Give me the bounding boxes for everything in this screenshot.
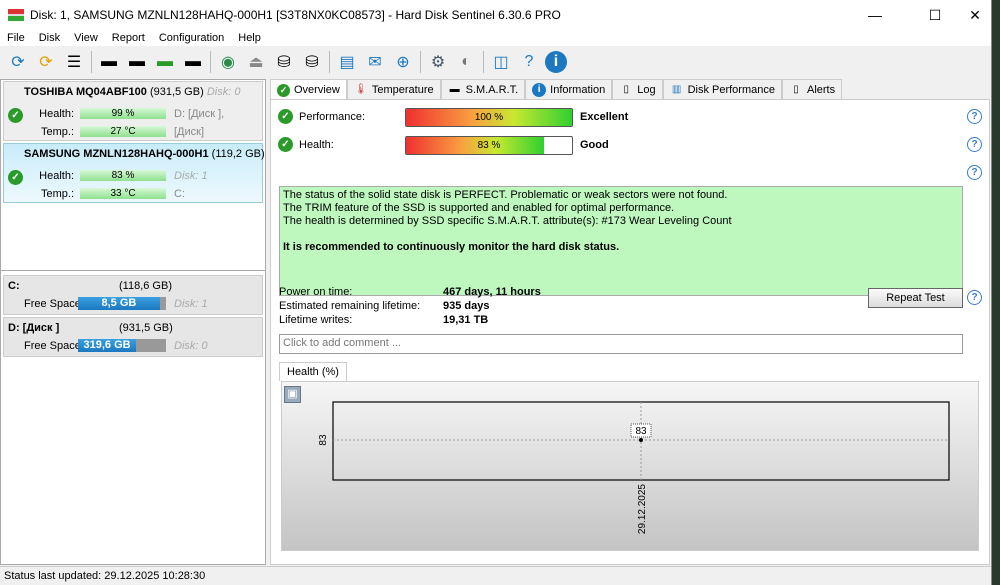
tab-bar: ✓ Overview 🌡 Temperature ▬ S.M.A.R.T. i Info… xyxy=(270,79,843,100)
help-icon[interactable]: ? xyxy=(967,165,982,180)
minimize-button[interactable]: — xyxy=(852,0,898,30)
alerts-icon: ▯ xyxy=(793,84,799,95)
free-space-bar: 319,6 GB xyxy=(78,339,166,352)
status-message-box: The status of the solid state disk is PE… xyxy=(279,186,963,296)
partition-c[interactable]: C: (118,6 GB) Free Space 8,5 GB Disk: 1 xyxy=(3,275,263,315)
chart-icon: ▥ xyxy=(671,84,682,95)
drive-icon[interactable]: ⛁ xyxy=(300,50,324,74)
eject-icon[interactable]: ⏏ xyxy=(244,50,268,74)
tab-alerts[interactable]: ▯ Alerts xyxy=(781,79,843,99)
data-label: 83 xyxy=(635,426,647,437)
disk-list-icon[interactable]: ☰ xyxy=(62,50,86,74)
menu-file[interactable]: File xyxy=(0,30,32,46)
help-icon[interactable]: ? xyxy=(967,137,982,152)
disk-icon: ▬ xyxy=(449,84,460,95)
comment-input[interactable]: Click to add comment ... xyxy=(279,334,963,354)
disk-panel: TOSHIBA MQ04ABF100 (931,5 GB) Disk: 0 ✓ … xyxy=(0,79,266,565)
ok-check-icon: ✓ xyxy=(278,109,293,124)
disk-item-toshiba[interactable]: TOSHIBA MQ04ABF100 (931,5 GB) Disk: 0 ✓ … xyxy=(3,81,263,141)
menu-configuration[interactable]: Configuration xyxy=(152,30,231,46)
health-bar: 83 % xyxy=(80,170,166,181)
network-icon[interactable]: ⊕ xyxy=(391,50,415,74)
disk-surface-icon[interactable]: ▬ xyxy=(97,50,121,74)
tab-disk-performance[interactable]: ▥ Disk Performance xyxy=(662,79,782,99)
title-bar: Disk: 1, SAMSUNG MZNLN128HAHQ-000H1 [S3T… xyxy=(0,0,991,30)
close-button[interactable]: ✕ xyxy=(952,0,998,30)
report-icon[interactable]: ▤ xyxy=(335,50,359,74)
network-disk-icon[interactable]: ◉ xyxy=(216,50,240,74)
help-icon[interactable]: ? xyxy=(967,109,982,124)
menu-report[interactable]: Report xyxy=(105,30,152,46)
tab-information[interactable]: i Information xyxy=(525,79,613,99)
info-icon[interactable]: i xyxy=(545,51,567,73)
tab-smart[interactable]: ▬ S.M.A.R.T. xyxy=(440,79,526,99)
disk-check-icon[interactable]: ▬ xyxy=(153,50,177,74)
menu-help[interactable]: Help xyxy=(231,30,268,46)
data-point xyxy=(639,438,643,442)
chart-svg: 83 83 29.12.2025 xyxy=(318,401,950,534)
toolbar: ⟳ ⟳ ☰ ▬ ▬ ▬ ▬ ◉ ⏏ ⛁ ⛁ ▤ ✉ ⊕ ⚙ ◐ ◫ ? i xyxy=(0,47,991,77)
help-icon[interactable]: ? xyxy=(967,290,982,305)
status-bar: Status last updated: 29.12.2025 10:28:30 xyxy=(0,566,991,585)
ok-check-icon: ✓ xyxy=(278,137,293,152)
repeat-test-button[interactable]: Repeat Test xyxy=(868,288,963,308)
tab-health-chart[interactable]: Health (%) xyxy=(279,362,347,381)
disk-search-icon[interactable]: ▬ xyxy=(181,50,205,74)
ok-check-icon: ✓ xyxy=(8,170,23,185)
usb-icon[interactable]: ⛁ xyxy=(272,50,296,74)
menu-bar: File Disk View Report Configuration Help xyxy=(0,30,991,46)
health-chart: ▣ 83 83 29.12.2025 xyxy=(281,381,979,551)
tab-log[interactable]: ▯ Log xyxy=(612,79,663,99)
free-space-bar: 8,5 GB xyxy=(78,297,166,310)
health-gauge: 83 % xyxy=(405,136,573,155)
window-title: Disk: 1, SAMSUNG MZNLN128HAHQ-000H1 [S3T… xyxy=(30,8,561,22)
detail-panel: ✓ Overview 🌡 Temperature ▬ S.M.A.R.T. i Info… xyxy=(270,79,990,565)
check-icon: ✓ xyxy=(277,83,290,97)
gear-icon[interactable]: ⚙ xyxy=(426,50,450,74)
document-icon: ▯ xyxy=(623,84,629,95)
temp-bar: 33 °C xyxy=(80,188,166,199)
menu-view[interactable]: View xyxy=(67,30,105,46)
health-bar: 99 % xyxy=(80,108,166,119)
info-icon: i xyxy=(532,82,547,97)
thermometer-icon: 🌡 xyxy=(354,84,368,95)
sound-icon[interactable]: ◐ xyxy=(454,50,478,74)
x-tick-label: 29.12.2025 xyxy=(637,484,648,534)
help-icon[interactable]: ? xyxy=(517,50,541,74)
refresh-warning-icon[interactable]: ⟳ xyxy=(34,50,58,74)
partition-d[interactable]: D: [Диск ] (931,5 GB) Free Space 319,6 G… xyxy=(3,317,263,357)
temp-bar: 27 °C xyxy=(80,126,166,137)
performance-gauge: 100 % xyxy=(405,108,573,127)
tab-overview[interactable]: ✓ Overview xyxy=(270,79,347,100)
app-icon xyxy=(8,9,24,21)
refresh-icon[interactable]: ⟳ xyxy=(6,50,30,74)
ok-check-icon: ✓ xyxy=(8,108,23,123)
y-tick-label: 83 xyxy=(318,434,329,446)
tab-temperature[interactable]: 🌡 Temperature xyxy=(346,79,441,99)
email-icon[interactable]: ✉ xyxy=(363,50,387,74)
disk-schedule-icon[interactable]: ▬ xyxy=(125,50,149,74)
screenshot-icon[interactable]: ◫ xyxy=(489,50,513,74)
app-window: Disk: 1, SAMSUNG MZNLN128HAHQ-000H1 [S3T… xyxy=(0,0,992,585)
menu-disk[interactable]: Disk xyxy=(32,30,67,46)
disk-item-samsung[interactable]: SAMSUNG MZNLN128HAHQ-000H1 (119,2 GB) ✓ … xyxy=(3,143,265,203)
overview-panel: ✓ Performance: 100 % Excellent ? ✓ Healt… xyxy=(270,99,990,565)
